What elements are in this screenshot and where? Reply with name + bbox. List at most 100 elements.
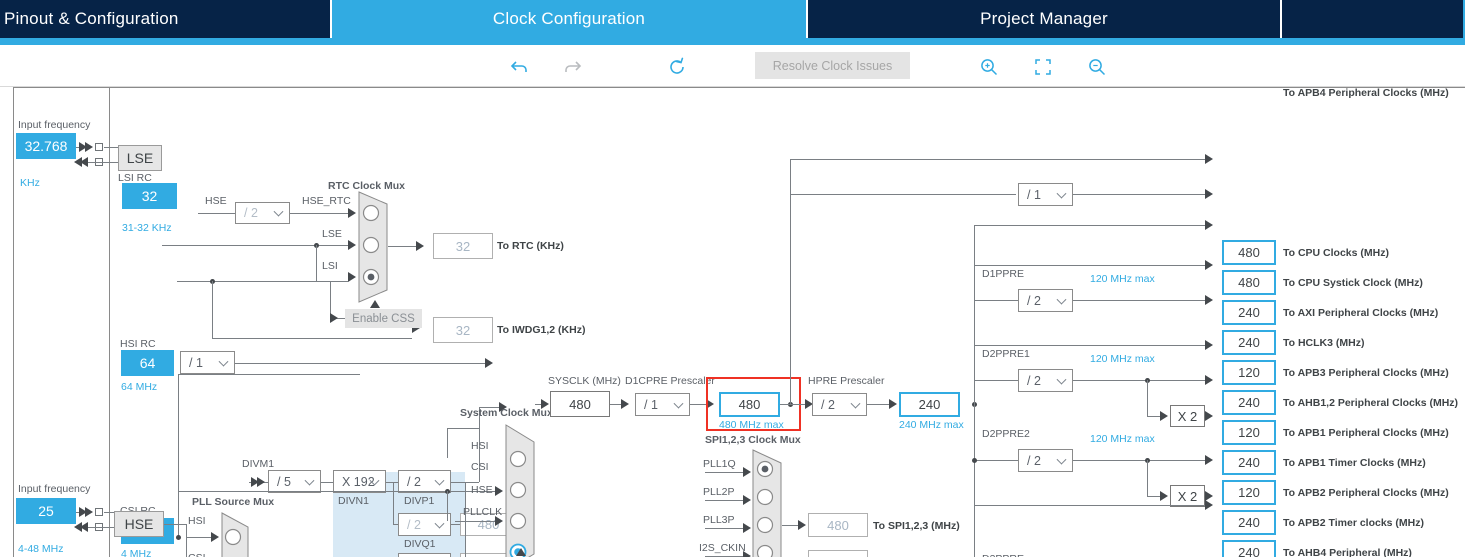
zoom-in-icon[interactable] (976, 54, 1002, 80)
rtc-enable-css-button[interactable]: Enable CSS (345, 309, 422, 328)
hse-input-frequency-field[interactable]: 25 (16, 498, 76, 524)
lsi-rc-value-field[interactable]: 32 (122, 183, 177, 209)
d1cpre-value: / 1 (644, 397, 658, 412)
output-value-hclk3[interactable]: 240 (1222, 330, 1276, 355)
divq1-value: / 2 (407, 517, 421, 532)
d1-output-max-label: 480 MHz max (719, 419, 784, 431)
d2ppre2-label: D2PPRE2 (982, 428, 1030, 440)
rtc-mux-lsi-label: LSI (322, 260, 338, 272)
lse-input-frequency-field[interactable]: 32.768 (16, 133, 76, 159)
hse-rtc-divider-combo[interactable]: / 2 (235, 202, 290, 224)
hse-input-frequency-label: Input frequency (18, 483, 91, 495)
output-label-hclk3: To HCLK3 (MHz) (1283, 337, 1365, 349)
divm1-label: DIVM1 (242, 458, 275, 470)
d1ppre-combo[interactable]: / 2 (1018, 289, 1073, 312)
output-value-apb1[interactable]: 120 (1222, 420, 1276, 445)
tab-pinout-configuration[interactable]: Pinout & Configuration (0, 0, 332, 38)
hse-rtc-divider-value: / 2 (244, 206, 258, 220)
tab-clock-configuration[interactable]: Clock Configuration (332, 0, 808, 38)
d2ppre1-label: D2PPRE1 (982, 348, 1030, 360)
fit-to-screen-icon[interactable] (1030, 54, 1056, 80)
hsi-rc-range-label: 64 MHz (121, 381, 158, 393)
lse-unit-label: KHz (20, 177, 40, 189)
clock-tree-canvas[interactable]: Input frequency 32.768 KHz LSE LSI RC 32… (0, 87, 1465, 557)
hsi-divider-combo[interactable]: / 1 (180, 351, 235, 374)
d1cpre-combo[interactable]: / 1 (635, 393, 690, 416)
lse-source-box[interactable]: LSE (118, 145, 162, 171)
chevron-down-icon (1056, 294, 1067, 305)
reset-circular-arrow-icon[interactable] (664, 54, 690, 80)
pll-source-mux[interactable] (221, 512, 249, 557)
spi-mux-pll3p-label: PLL3P (703, 514, 735, 526)
pll-source-mux-title: PLL Source Mux (192, 496, 275, 508)
chevron-down-icon (304, 475, 315, 486)
rtc-clock-mux[interactable] (358, 191, 388, 303)
tab-label: Pinout & Configuration (4, 9, 179, 28)
chevron-down-icon (273, 206, 284, 217)
to-iwdg-value-field[interactable]: 32 (433, 317, 493, 343)
sysmux-hsi-label: HSI (471, 440, 489, 452)
output-value-axi[interactable]: 240 (1222, 300, 1276, 325)
lsi-rc-range-label: 31-32 KHz (122, 222, 172, 234)
spi-output-label: To SPI1,2,3 (MHz) (873, 520, 960, 532)
spi-secondary-output-field[interactable] (808, 550, 868, 557)
output-value-cpu-systick[interactable]: 480 (1222, 270, 1276, 295)
chevron-down-icon (1056, 454, 1067, 465)
redo-arrow-icon[interactable] (560, 54, 586, 80)
spi-mux-pll2p-label: PLL2P (703, 486, 735, 498)
divp1-value: / 2 (407, 474, 421, 489)
output-value-cpu-clocks[interactable]: 480 (1222, 240, 1276, 265)
spi-output-value-field[interactable]: 480 (808, 513, 868, 537)
d2ppre1-value: / 2 (1027, 373, 1041, 388)
d2ppre1-combo[interactable]: / 2 (1018, 369, 1073, 392)
divp1-combo[interactable]: / 2 (398, 470, 451, 493)
hsi-divider-value: / 1 (189, 355, 203, 370)
lse-input-frequency-label: Input frequency (18, 119, 91, 131)
tab-project-manager[interactable]: Project Manager (808, 0, 1282, 38)
csi-rc-range-label: 4 MHz (121, 548, 152, 557)
output-value-ahb4[interactable]: 240 (1222, 540, 1276, 557)
output-label-cpu-clocks: To CPU Clocks (MHz) (1283, 247, 1389, 259)
spi-mux-i2sckin-label: I2S_CKIN (699, 542, 746, 554)
d2ppre2-max-label: 120 MHz max (1090, 433, 1155, 445)
pll-mux-hsi-label: HSI (188, 515, 206, 527)
output-label-cpu-systick: To CPU Systick Clock (MHz) (1283, 277, 1423, 289)
d2ppre1-max-label: 120 MHz max (1090, 353, 1155, 365)
system-clock-mux[interactable] (505, 424, 535, 557)
undo-arrow-icon[interactable] (506, 54, 532, 80)
output-value-apb1-timer[interactable]: 240 (1222, 450, 1276, 475)
system-clock-mux-title: System Clock Mux (460, 407, 553, 419)
sysclk-value-field[interactable]: 480 (550, 391, 610, 417)
resolve-clock-issues-button[interactable]: Resolve Clock Issues (755, 52, 910, 79)
sysclk-label: SYSCLK (MHz) (548, 375, 621, 387)
divm1-combo[interactable]: / 5 (268, 470, 321, 493)
output-label-apb2-timer: To APB2 Timer clocks (MHz) (1283, 517, 1425, 529)
hsi-rc-value-field[interactable]: 64 (121, 350, 174, 376)
d1-output-value-field[interactable]: 480 (719, 392, 780, 417)
divq1-combo[interactable]: / 2 (398, 513, 451, 536)
output-value-ahb12[interactable]: 240 (1222, 390, 1276, 415)
pll-mux-csi-label: CSI (188, 552, 206, 557)
d3ppre-label: D3PPRE (982, 553, 1024, 557)
divn1-combo[interactable]: X 192 (333, 470, 386, 493)
hse-source-box[interactable]: HSE (114, 511, 164, 537)
chevron-down-icon (434, 518, 445, 529)
d2ppre2-combo[interactable]: / 2 (1018, 449, 1073, 472)
spi-clock-mux[interactable] (752, 449, 782, 557)
systick-divider-combo[interactable]: / 1 (1018, 183, 1073, 206)
tab-tools[interactable] (1282, 0, 1463, 38)
output-value-apb2-timer[interactable]: 240 (1222, 510, 1276, 535)
to-iwdg-label: To IWDG1,2 (KHz) (497, 324, 586, 336)
chevron-down-icon (850, 398, 861, 409)
hclk-value-field[interactable]: 240 (899, 392, 960, 417)
zoom-out-icon[interactable] (1084, 54, 1110, 80)
output-label-apb4: To APB4 Peripheral Clocks (MHz) (1283, 87, 1449, 99)
output-value-apb3[interactable]: 120 (1222, 360, 1276, 385)
d1ppre-value: / 2 (1027, 293, 1041, 308)
divr1-combo[interactable] (398, 553, 451, 557)
to-rtc-value-field[interactable]: 32 (433, 233, 493, 259)
hpre-combo[interactable]: / 2 (812, 393, 867, 416)
hse-range-label: 4-48 MHz (18, 543, 64, 555)
chevron-down-icon (434, 475, 445, 486)
output-value-apb2[interactable]: 120 (1222, 480, 1276, 505)
